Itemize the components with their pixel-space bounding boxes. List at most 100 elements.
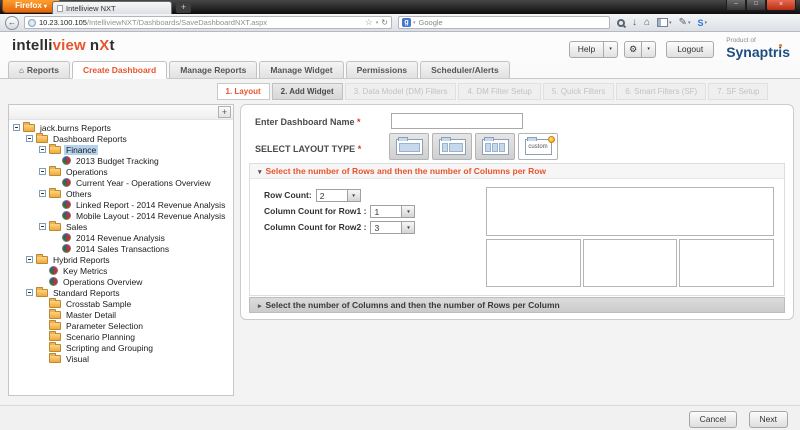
minimize-button[interactable]: –	[726, 0, 746, 11]
columns-accordion-header[interactable]: ▸ Select the number of Columns and then t…	[249, 297, 785, 313]
tree-item[interactable]: Dashboard Reports	[9, 132, 233, 144]
tree-expander-icon[interactable]	[39, 190, 46, 197]
rows-accordion-title: Select the number of Rows and then the n…	[265, 166, 547, 176]
preview-row	[486, 238, 775, 287]
tree-expander-icon[interactable]	[26, 289, 33, 296]
step-2-add-widget[interactable]: 2. Add Widget	[271, 83, 343, 100]
tree-item[interactable]: Parameter Selection	[9, 319, 233, 331]
tree-item[interactable]: Master Detail	[9, 308, 233, 320]
tree-item[interactable]: Sales	[9, 220, 233, 232]
tab-create-dashboard[interactable]: Create Dashboard	[71, 61, 168, 79]
tree-item[interactable]: Operations Overview	[9, 276, 233, 287]
browser-navbar: ← 10.23.100.105/IntelliviewNXT/Dashboard…	[0, 14, 800, 32]
new-tab-button[interactable]: +	[176, 2, 191, 13]
home-icon[interactable]: ⌂	[644, 16, 650, 30]
bookmark-star-icon[interactable]: ☆	[365, 17, 373, 28]
tree-item[interactable]: 2013 Budget Tracking	[9, 155, 233, 166]
edit-addon-icon[interactable]: ✎ ▾	[679, 16, 691, 30]
layout-option-three-column[interactable]	[475, 133, 515, 160]
report-icon	[49, 277, 58, 286]
dashboard-name-input[interactable]	[391, 113, 523, 129]
help-dropdown-button[interactable]: ▾	[604, 40, 619, 58]
tree-item[interactable]: Operations	[9, 165, 233, 177]
download-icon[interactable]: ↓	[632, 16, 637, 30]
chevron-down-icon[interactable]: ▾	[413, 20, 416, 26]
tree-expander-icon[interactable]	[26, 135, 33, 142]
chevron-down-icon: ▾	[704, 19, 707, 26]
step-3-data-model-dm-filters: 3. Data Model (DM) Filters	[344, 83, 457, 100]
tree-expand-button[interactable]: +	[218, 106, 231, 118]
tree-item[interactable]: 2014 Revenue Analysis	[9, 232, 233, 243]
logout-button[interactable]: Logout	[666, 40, 715, 58]
chevron-down-icon: ▾	[687, 19, 691, 26]
intelliview-logo: intelliview nXt	[12, 37, 115, 54]
layout-option-two-column[interactable]	[432, 133, 472, 160]
tree-panel-header: +	[9, 105, 233, 120]
rows-accordion-header[interactable]: ▾ Select the number of Rows and then the …	[250, 164, 784, 179]
tree-item[interactable]: Current Year - Operations Overview	[9, 177, 233, 188]
maximize-button[interactable]: □	[746, 0, 766, 11]
cancel-button[interactable]: Cancel	[688, 411, 738, 428]
layout-type-label: SELECT LAYOUT TYPE *	[255, 144, 361, 154]
tree-item[interactable]: Standard Reports	[9, 286, 233, 298]
tree-item-label: Scripting and Grouping	[66, 342, 153, 353]
tree-item-label: Operations Overview	[63, 276, 143, 287]
next-button[interactable]: Next	[748, 411, 788, 428]
tree-item[interactable]: Crosstab Sample	[9, 297, 233, 309]
tree-item-label: Operations	[66, 166, 108, 177]
browser-tab[interactable]: Intelliview NXT	[52, 1, 172, 14]
firefox-menu-label: Firefox	[15, 1, 42, 10]
url-bar[interactable]: 10.23.100.105/IntelliviewNXT/Dashboards/…	[24, 16, 392, 29]
layout-option-custom[interactable]: custom	[518, 133, 558, 160]
tree-item[interactable]: 2014 Sales Transactions	[9, 243, 233, 254]
tree-item[interactable]: Key Metrics	[9, 265, 233, 276]
chevron-down-icon[interactable]: ▾	[376, 20, 379, 26]
tree-item-label: 2013 Budget Tracking	[76, 155, 159, 166]
tree-expander-icon[interactable]	[39, 223, 46, 230]
col-count-row2-select[interactable]: 3 ▾	[370, 220, 416, 234]
tree-item[interactable]: Hybrid Reports	[9, 253, 233, 265]
row-count-row: Row Count: 2 ▾	[264, 187, 415, 203]
logo-t: t	[109, 37, 115, 54]
close-button[interactable]: ×	[766, 0, 796, 11]
tree-expander-icon[interactable]	[39, 168, 46, 175]
folder-icon	[49, 341, 61, 352]
tab-label: Manage Widget	[270, 65, 333, 75]
tab-scheduler-alerts[interactable]: Scheduler/Alerts	[420, 61, 510, 79]
back-button[interactable]: ←	[5, 15, 19, 30]
tree-item[interactable]: Finance	[9, 143, 233, 155]
tab-reports[interactable]: ⌂ Reports	[8, 61, 70, 79]
layout-segment	[448, 142, 463, 152]
tab-manage-widget[interactable]: Manage Widget	[259, 61, 344, 79]
row-count-value: 2	[315, 188, 348, 202]
chevron-down-icon: ▾	[43, 4, 47, 10]
help-button[interactable]: Help	[568, 40, 605, 58]
settings-gear-button[interactable]: ⚙	[624, 40, 643, 58]
tree-item[interactable]: Linked Report - 2014 Revenue Analysis	[9, 199, 233, 210]
layout-option-one-column[interactable]	[389, 133, 429, 160]
step-1-layout[interactable]: 1. Layout	[216, 83, 270, 100]
tree-item[interactable]: Mobile Layout - 2014 Revenue Analysis	[9, 210, 233, 221]
layout-segment	[484, 142, 491, 152]
tree-item[interactable]: Scenario Planning	[9, 330, 233, 342]
tree-item[interactable]: jack.burns Reports	[9, 121, 233, 133]
tab-manage-reports[interactable]: Manage Reports	[169, 61, 258, 79]
tree-expander-icon[interactable]	[26, 256, 33, 263]
tree-expander-icon[interactable]	[13, 124, 20, 131]
tab-permissions[interactable]: Permissions	[345, 61, 419, 79]
tree-item[interactable]: Scripting and Grouping	[9, 341, 233, 353]
tree-expander-icon[interactable]	[39, 146, 46, 153]
tree-item[interactable]: Others	[9, 187, 233, 199]
search-icon[interactable]	[617, 18, 625, 27]
col-count-row1-select[interactable]: 1 ▾	[370, 204, 416, 218]
layout-custom-label: custom	[528, 144, 548, 150]
bookmarks-panel-icon[interactable]: ▾	[657, 16, 672, 30]
addon-s-icon[interactable]: S ▾	[697, 16, 707, 30]
tree-item[interactable]: Visual	[9, 352, 233, 364]
magnifier-icon	[617, 18, 625, 27]
row-count-select[interactable]: 2 ▾	[315, 188, 361, 202]
folder-icon	[49, 220, 61, 231]
settings-dropdown-button[interactable]: ▾	[642, 40, 657, 58]
reload-icon[interactable]: ↻	[381, 18, 388, 27]
search-bar[interactable]: g ▾ Google	[398, 16, 610, 29]
